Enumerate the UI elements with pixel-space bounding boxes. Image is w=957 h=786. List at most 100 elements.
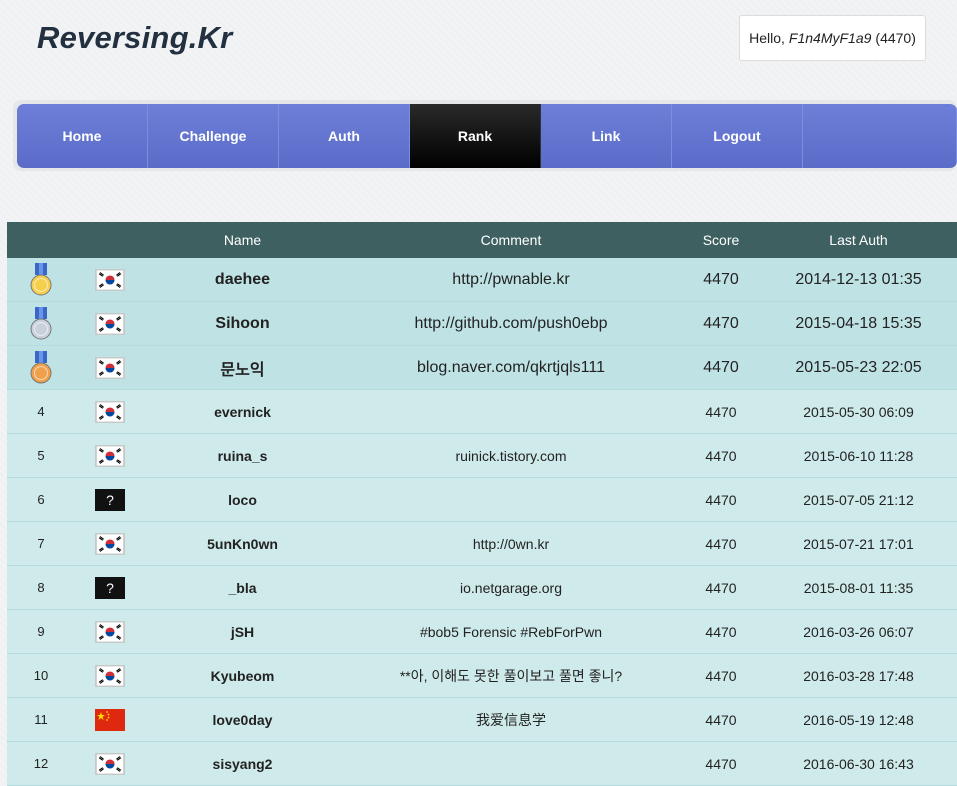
- user-score: 4470: [705, 491, 737, 508]
- last-auth-time: 2016-03-26 06:07: [803, 623, 914, 640]
- table-body: daehee http://pwnable.kr 4470 2014-12-13 01…: [7, 258, 957, 786]
- korea-flag-icon: [95, 400, 125, 423]
- user-score: 4470: [705, 755, 737, 772]
- flag-cell: [75, 654, 145, 697]
- user-name[interactable]: 5unKn0wn: [145, 522, 340, 565]
- header-rank: [7, 222, 75, 258]
- rank-cell: [7, 258, 75, 301]
- nav-logout[interactable]: Logout: [672, 104, 803, 168]
- rank-cell: 9: [7, 610, 75, 653]
- user-score: 4470: [705, 535, 737, 552]
- last-auth-time: 2015-08-01 11:35: [803, 579, 914, 596]
- last-auth-time: 2014-12-13 01:35: [795, 270, 922, 288]
- user-comment: 我爱信息学: [476, 711, 546, 728]
- china-flag-icon: [95, 708, 125, 731]
- user-comment: [340, 478, 682, 521]
- table-row: 6? loco 4470 2015-07-05 21:12: [7, 478, 957, 522]
- last-auth-time: 2015-04-18 15:35: [795, 314, 922, 332]
- last-auth-time: 2015-07-05 21:12: [803, 491, 914, 508]
- table-header: Name Comment Score Last Auth: [7, 222, 957, 258]
- last-auth-time: 2015-06-10 11:28: [803, 447, 914, 464]
- user-name[interactable]: ruina_s: [145, 434, 340, 477]
- unknown-flag-icon: ?: [95, 576, 125, 599]
- greeting-score: (4470): [875, 30, 916, 46]
- flag-cell: [75, 698, 145, 741]
- user-comment: http://github.com/push0ebp: [414, 314, 608, 332]
- nav-empty-slot: [803, 104, 957, 168]
- gold-medal-icon: [30, 262, 52, 295]
- rank-number: 5: [37, 448, 45, 463]
- rank-cell: [7, 302, 75, 345]
- user-name[interactable]: Sihoon: [145, 302, 340, 345]
- user-name[interactable]: Kyubeom: [145, 654, 340, 697]
- greeting-username: F1n4MyF1a9: [788, 30, 872, 46]
- rank-number: 6: [37, 492, 45, 507]
- last-auth-time: 2015-07-21 17:01: [803, 535, 914, 552]
- unknown-flag-icon: ?: [95, 488, 125, 511]
- korea-flag-icon: [95, 620, 125, 643]
- table-row: 7 5unKn0wn http://0wn.kr 4470 2015-07-21 17:…: [7, 522, 957, 566]
- flag-cell: [75, 390, 145, 433]
- user-score: 4470: [705, 579, 737, 596]
- rank-number: 8: [37, 580, 45, 595]
- rank-cell: 5: [7, 434, 75, 477]
- header-score: Score: [702, 232, 740, 248]
- user-comment: #bob5 Forensic #RebForPwn: [419, 623, 603, 640]
- user-comment: [340, 390, 682, 433]
- rank-cell: [7, 346, 75, 389]
- header-comment: Comment: [480, 232, 542, 248]
- last-auth-time: 2015-05-30 06:09: [803, 403, 914, 420]
- rank-number: 11: [34, 712, 48, 727]
- korea-flag-icon: [95, 268, 125, 291]
- last-auth-time: 2016-05-19 12:48: [803, 711, 914, 728]
- table-row: Sihoon http://github.com/push0ebp 4470 2015…: [7, 302, 957, 346]
- user-name[interactable]: daehee: [145, 258, 340, 301]
- flag-cell: [75, 346, 145, 389]
- rank-cell: 4: [7, 390, 75, 433]
- last-auth-time: 2015-05-23 22:05: [795, 358, 922, 376]
- user-comment: **아, 이해도 못한 풀이보고 풀면 좋니?: [399, 667, 623, 684]
- rank-number: 4: [37, 404, 45, 419]
- header-last-auth: Last Auth: [829, 232, 888, 248]
- table-row: daehee http://pwnable.kr 4470 2014-12-13 01…: [7, 258, 957, 302]
- rank-number: 9: [37, 624, 45, 639]
- user-comment: http://pwnable.kr: [452, 270, 570, 288]
- user-name[interactable]: sisyang2: [145, 742, 340, 785]
- user-name[interactable]: _bla: [145, 566, 340, 609]
- user-name[interactable]: jSH: [145, 610, 340, 653]
- greeting-prefix: Hello,: [749, 30, 785, 46]
- nav-challenge[interactable]: Challenge: [148, 104, 279, 168]
- rank-cell: 10: [7, 654, 75, 697]
- user-score: 4470: [705, 403, 737, 420]
- nav-auth[interactable]: Auth: [279, 104, 410, 168]
- silver-medal-icon: [30, 306, 52, 339]
- flag-cell: [75, 258, 145, 301]
- rank-cell: 7: [7, 522, 75, 565]
- nav-home[interactable]: Home: [17, 104, 148, 168]
- site-logo[interactable]: Reversing.Kr: [37, 20, 232, 56]
- table-row: 4 evernick 4470 2015-05-30 06:09: [7, 390, 957, 434]
- table-row: 문노익 blog.naver.com/qkrtjqls111 4470 2015-05…: [7, 346, 957, 390]
- korea-flag-icon: [95, 356, 125, 379]
- user-comment: [340, 742, 682, 785]
- user-score: 4470: [705, 623, 737, 640]
- flag-cell: ?: [75, 566, 145, 609]
- user-name[interactable]: loco: [145, 478, 340, 521]
- user-comment: ruinick.tistory.com: [455, 447, 567, 464]
- rank-cell: 8: [7, 566, 75, 609]
- user-score: 4470: [705, 711, 737, 728]
- main-nav: Home Challenge Auth Rank Link Logout: [17, 104, 957, 168]
- header-flag: [75, 222, 145, 258]
- user-score: 4470: [703, 358, 739, 376]
- user-comment: io.netgarage.org: [460, 579, 562, 596]
- user-name[interactable]: love0day: [145, 698, 340, 741]
- korea-flag-icon: [95, 444, 125, 467]
- user-name[interactable]: 문노익: [145, 346, 340, 389]
- nav-rank[interactable]: Rank: [410, 104, 541, 168]
- rank-number: 7: [37, 536, 45, 551]
- rank-cell: 11: [7, 698, 75, 741]
- nav-link[interactable]: Link: [541, 104, 672, 168]
- flag-cell: [75, 742, 145, 785]
- user-name[interactable]: evernick: [145, 390, 340, 433]
- rank-number: 10: [33, 668, 49, 683]
